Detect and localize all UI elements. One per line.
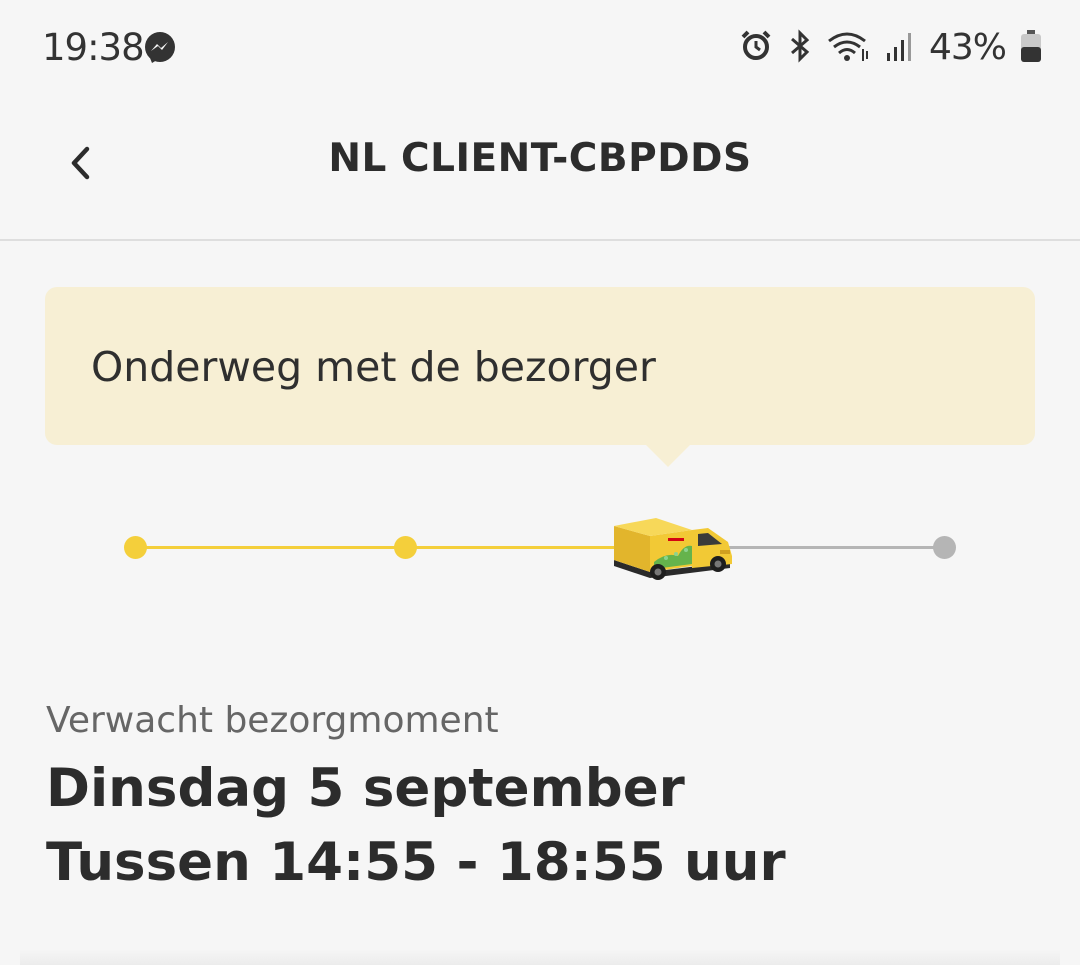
progress-step-4: [933, 536, 956, 559]
progress-step-2: [394, 536, 417, 559]
page-title: NL CLIENT-CBPDDS: [328, 136, 752, 181]
expected-delivery-label: Verwacht bezorgmoment: [46, 700, 499, 741]
next-card-edge: [20, 949, 1060, 965]
expected-delivery-date: Dinsdag 5 september: [46, 758, 685, 819]
status-card-pointer: [646, 445, 690, 467]
progress-step-1: [124, 536, 147, 559]
status-bar: 19:38 43%: [0, 0, 1080, 96]
status-time: 19:38: [42, 26, 145, 69]
progress-line-completed: [135, 546, 635, 549]
battery-icon: [1020, 29, 1042, 67]
expected-delivery-time-window: Tussen 14:55 - 18:55 uur: [46, 832, 786, 893]
delivery-progress-tracker: [0, 490, 1080, 600]
signal-icon: [885, 29, 915, 67]
shipment-status-card: Onderweg met de bezorger: [45, 287, 1035, 445]
bluetooth-icon: [787, 28, 813, 67]
wifi-icon: [827, 29, 871, 67]
battery-percentage: 43%: [928, 27, 1007, 68]
delivery-van-icon: [610, 512, 736, 588]
alarm-icon: [739, 29, 773, 67]
app-header: NL CLIENT-CBPDDS: [0, 96, 1080, 241]
messenger-icon: [142, 30, 178, 70]
shipment-status-text: Onderweg met de bezorger: [91, 343, 656, 391]
progress-line-remaining: [700, 546, 945, 549]
